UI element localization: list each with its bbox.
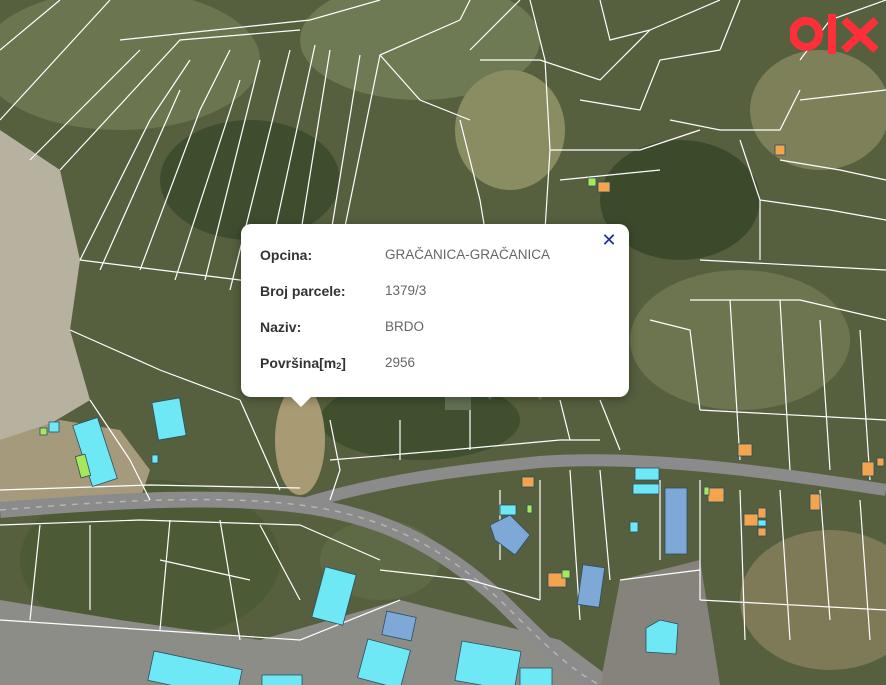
broj-parcele-value: 1379/3 xyxy=(385,283,427,298)
building xyxy=(261,674,303,685)
close-icon[interactable]: ✕ xyxy=(597,228,621,252)
olx-logo[interactable] xyxy=(790,12,878,56)
building xyxy=(757,527,767,537)
popup-pointer xyxy=(290,396,312,407)
building xyxy=(634,467,660,481)
building xyxy=(629,521,639,533)
building xyxy=(707,487,725,503)
building xyxy=(151,397,187,441)
building xyxy=(664,487,688,555)
building xyxy=(526,504,533,514)
building xyxy=(757,507,767,519)
building xyxy=(757,519,767,527)
naziv-label: Naziv: xyxy=(260,319,302,335)
building xyxy=(632,483,660,495)
povrsina-value: 2956 xyxy=(385,355,416,370)
building xyxy=(597,181,611,193)
building xyxy=(499,504,517,516)
parcel-info-popup: ✕ Opcina: GRAČANICA-GRAČANICA Broj parce… xyxy=(241,224,629,407)
building xyxy=(737,443,753,457)
naziv-value: BRDO xyxy=(385,319,425,334)
building xyxy=(743,513,759,527)
opcina-label: Opcina: xyxy=(260,247,313,263)
building xyxy=(809,493,821,511)
building xyxy=(39,427,48,436)
povrsina-label: Površina[m2] xyxy=(260,355,346,371)
broj-parcele-label: Broj parcele: xyxy=(260,283,346,299)
building xyxy=(861,461,875,477)
building xyxy=(561,569,571,579)
building xyxy=(587,177,597,187)
building xyxy=(519,667,553,685)
building xyxy=(703,486,710,496)
building xyxy=(774,144,786,156)
opcina-value: GRAČANICA-GRAČANICA xyxy=(385,247,551,262)
building xyxy=(876,457,885,467)
building xyxy=(48,421,60,433)
building xyxy=(151,454,159,464)
building xyxy=(521,476,535,488)
building xyxy=(645,619,679,655)
